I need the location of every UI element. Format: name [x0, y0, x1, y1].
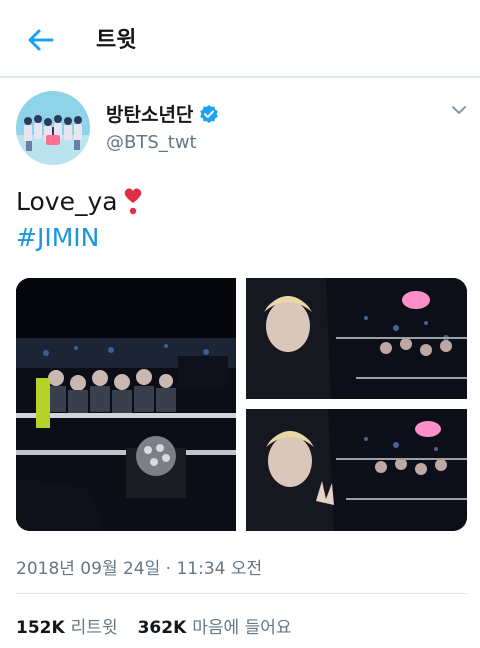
retweets-stat[interactable]: 152K 리트윗	[16, 613, 118, 638]
selfie-with-crowd-photo-2[interactable]	[246, 409, 467, 531]
page-title: 트윗	[96, 28, 137, 53]
verified-badge-icon	[200, 104, 219, 123]
avatar[interactable]	[16, 91, 90, 165]
author-handle[interactable]: @BTS_twt	[106, 132, 197, 153]
author-name: 방탄소년단	[106, 104, 194, 126]
selfie-with-crowd-photo-1[interactable]	[246, 278, 467, 399]
author-name-row[interactable]: 방탄소년단	[106, 100, 219, 127]
likes-stat[interactable]: 362K 마음에 들어요	[138, 613, 292, 638]
heavy-heart-exclamation-icon	[124, 188, 141, 215]
likes-label: 마음에 들어요	[192, 618, 292, 638]
concert-crowd-photo[interactable]	[16, 278, 236, 531]
header-divider	[0, 76, 480, 78]
arrow-left-icon	[28, 29, 54, 51]
stats-divider	[16, 593, 467, 594]
top-bar: 트윗	[0, 0, 480, 76]
engagement-stats: 152K 리트윗 362K 마음에 들어요	[16, 613, 312, 638]
hashtag-link[interactable]: #JIMIN	[16, 220, 99, 256]
back-button[interactable]	[22, 22, 58, 58]
retweets-label: 리트윗	[70, 618, 118, 638]
tweet-timestamp[interactable]: 2018년 09월 24일 · 11:34 오전	[16, 554, 262, 579]
likes-count: 362K	[137, 618, 187, 638]
chevron-down-icon[interactable]	[451, 104, 467, 116]
retweets-count: 152K	[16, 618, 65, 638]
photo-grid	[16, 278, 467, 531]
tweet-line-love-ya: Love_ya	[16, 187, 118, 216]
tweet-text: Love_ya #JIMIN	[16, 184, 144, 256]
